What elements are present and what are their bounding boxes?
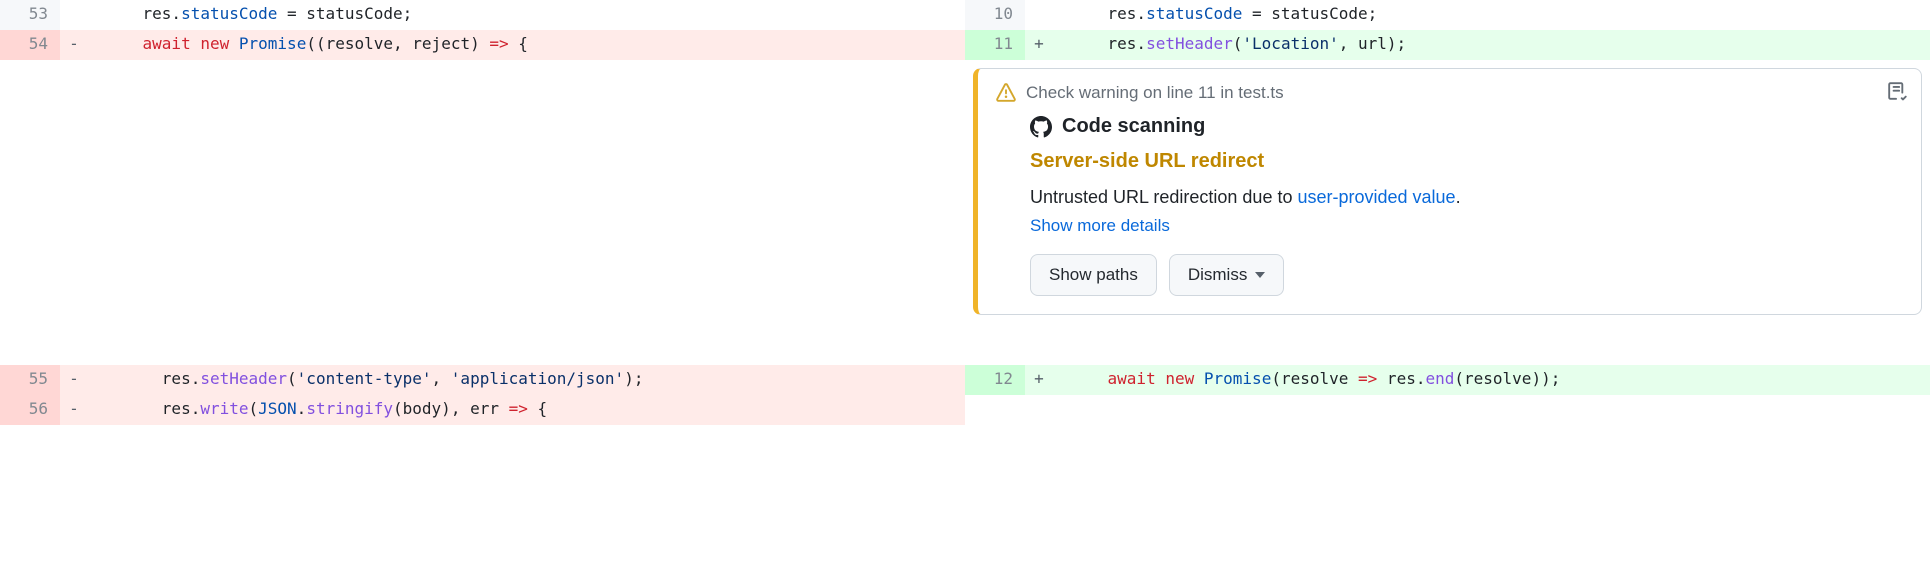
show-more-details-link[interactable]: Show more details: [1030, 216, 1170, 236]
dismiss-button-label: Dismiss: [1188, 265, 1248, 285]
diff-marker: -: [60, 365, 88, 395]
dismiss-button[interactable]: Dismiss: [1169, 254, 1285, 296]
line-number: 55: [0, 365, 60, 395]
annotation-header: Check warning on line 11 in test.ts: [996, 83, 1903, 103]
line-number: 54: [0, 30, 60, 60]
code-line: await new Promise(resolve => res.end(res…: [1053, 365, 1930, 395]
diff-marker-empty: [1025, 395, 1053, 425]
diff-marker: +: [1025, 30, 1053, 60]
annotation-desc-link[interactable]: user-provided value: [1297, 187, 1455, 207]
diff-marker: [1025, 0, 1053, 30]
annotation-actions: Show paths Dismiss: [1030, 254, 1903, 296]
diff-split-view: 53 res.statusCode = statusCode; 54 - awa…: [0, 0, 1930, 425]
checklist-icon[interactable]: [1887, 81, 1907, 101]
annotation-title: Server-side URL redirect: [1030, 150, 1903, 173]
diff-marker: -: [60, 395, 88, 425]
show-paths-button[interactable]: Show paths: [1030, 254, 1157, 296]
warning-icon: [996, 83, 1016, 103]
code-line-empty: [88, 60, 965, 365]
diff-row[interactable]: 12 + await new Promise(resolve => res.en…: [965, 365, 1930, 395]
diff-marker: [60, 0, 88, 30]
line-number: 10: [965, 0, 1025, 30]
annotation-desc-pre: Untrusted URL redirection due to: [1030, 187, 1297, 207]
code-line-empty: [1053, 395, 1930, 425]
code-line: res.setHeader('Location', url);: [1053, 30, 1930, 60]
diff-right-side: 10 res.statusCode = statusCode; 11 + res…: [965, 0, 1930, 425]
diff-row[interactable]: 11 + res.setHeader('Location', url);: [965, 30, 1930, 60]
annotation-description: Untrusted URL redirection due to user-pr…: [1030, 187, 1903, 208]
code-scanning-annotation: Check warning on line 11 in test.ts Code…: [973, 68, 1922, 315]
diff-row[interactable]: 56 - res.write(JSON.stringify(body), err…: [0, 395, 965, 425]
diff-marker: -: [60, 30, 88, 60]
annotation-header-text: Check warning on line 11 in test.ts: [1026, 83, 1284, 103]
line-number: 12: [965, 365, 1025, 395]
code-line: res.statusCode = statusCode;: [1053, 0, 1930, 30]
line-number: 53: [0, 0, 60, 30]
annotation-container: Check warning on line 11 in test.ts Code…: [965, 60, 1930, 365]
diff-marker-empty: [60, 60, 88, 365]
line-number: 56: [0, 395, 60, 425]
diff-marker: +: [1025, 365, 1053, 395]
diff-row[interactable]: 55 - res.setHeader('content-type', 'appl…: [0, 365, 965, 395]
annotation-body: Code scanning Server-side URL redirect U…: [996, 115, 1903, 296]
diff-row[interactable]: 53 res.statusCode = statusCode;: [0, 0, 965, 30]
diff-row[interactable]: 54 - await new Promise((resolve, reject)…: [0, 30, 965, 60]
code-line: res.statusCode = statusCode;: [88, 0, 965, 30]
diff-row[interactable]: 10 res.statusCode = statusCode;: [965, 0, 1930, 30]
code-line: res.setHeader('content-type', 'applicati…: [88, 365, 965, 395]
code-line: res.write(JSON.stringify(body), err => {: [88, 395, 965, 425]
line-number: 11: [965, 30, 1025, 60]
diff-left-side: 53 res.statusCode = statusCode; 54 - awa…: [0, 0, 965, 425]
annotation-source: Code scanning: [1030, 115, 1903, 138]
diff-filler: [0, 60, 965, 365]
github-icon: [1030, 116, 1052, 138]
line-number-empty: [965, 395, 1025, 425]
chevron-down-icon: [1255, 272, 1265, 278]
line-number-empty: [0, 60, 60, 365]
code-line: await new Promise((resolve, reject) => {: [88, 30, 965, 60]
annotation-desc-post: .: [1456, 187, 1461, 207]
annotation-source-label: Code scanning: [1062, 115, 1205, 138]
diff-row-empty: [965, 395, 1930, 425]
